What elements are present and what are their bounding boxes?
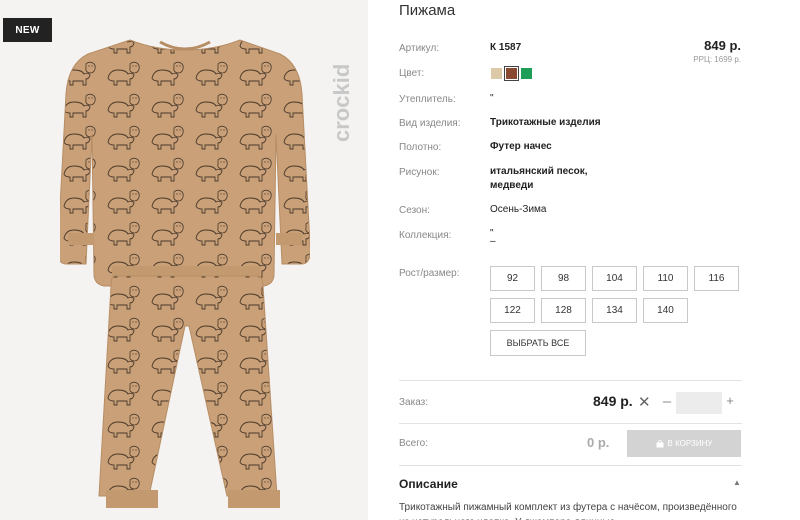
color-swatch-brown[interactable] (504, 66, 519, 81)
size-option-122[interactable]: 122 (490, 298, 535, 323)
divider (399, 380, 742, 381)
spec-label-fabric: Полотно: (399, 142, 442, 153)
spec-value-season: Осень-Зима (490, 204, 547, 215)
multiply-icon: ✕ (638, 394, 651, 411)
product-price: 849 р. (704, 38, 741, 53)
spec-label-article: Артикул: (399, 43, 440, 54)
description-title[interactable]: Описание (399, 477, 458, 491)
size-option-104[interactable]: 104 (592, 266, 637, 291)
select-all-sizes-button[interactable]: ВЫБРАТЬ ВСЕ (490, 330, 586, 356)
add-to-cart-button[interactable]: В КОРЗИНУ (627, 430, 741, 457)
order-label: Заказ: (399, 397, 429, 408)
spec-label-collection: Коллекция: (399, 230, 452, 241)
size-option-134[interactable]: 134 (592, 298, 637, 323)
spec-value-article: К 1587 (490, 42, 522, 53)
color-swatch-sand[interactable] (491, 68, 502, 79)
recommended-price: РРЦ: 1699 р. (693, 55, 741, 64)
total-label: Всего: (399, 438, 428, 449)
spec-label-print: Рисунок: (399, 167, 440, 178)
total-value: 0 р. (587, 435, 610, 450)
add-to-cart-label: В КОРЗИНУ (667, 439, 713, 448)
spec-value-print: итальянский песок, (490, 166, 588, 177)
size-option-128[interactable]: 128 (541, 298, 586, 323)
collapse-caret-icon[interactable]: ▲ (733, 478, 741, 487)
size-label: Рост/размер: (399, 268, 460, 279)
brand-logo-text: crockid (330, 64, 354, 142)
spec-value-type: Трикотажные изделия (490, 117, 601, 128)
spec-value-print-2: медведи (490, 180, 534, 191)
new-badge: NEW (3, 18, 52, 42)
size-option-116[interactable]: 116 (694, 266, 739, 291)
spec-value-insulation: " (490, 93, 494, 104)
product-title: Пижама (399, 2, 456, 19)
brand-logo: crockid (330, 64, 354, 142)
quantity-increment-button[interactable]: + (724, 393, 736, 408)
spec-label-insulation: Утеплитель: (399, 94, 456, 105)
size-option-140[interactable]: 140 (643, 298, 688, 323)
spec-label-color: Цвет: (399, 68, 425, 79)
spec-value-collection-2: – (490, 236, 496, 247)
quantity-decrement-button[interactable]: – (661, 393, 673, 410)
spec-label-type: Вид изделия: (399, 118, 461, 129)
divider (399, 423, 742, 424)
color-swatch-green[interactable] (521, 68, 532, 79)
product-details: Пижама 849 р. РРЦ: 1699 р. Артикул: К 15… (399, 0, 744, 520)
size-option-98[interactable]: 98 (541, 266, 586, 291)
order-price: 849 р. (593, 393, 633, 409)
description-text: Трикотажный пижамный комплект из футера … (399, 502, 737, 520)
spec-value-fabric: Футер начес (490, 141, 552, 152)
spec-label-season: Сезон: (399, 205, 430, 216)
size-option-92[interactable]: 92 (490, 266, 535, 291)
pajama-photo (60, 39, 310, 508)
product-image[interactable]: NEW crockid (0, 0, 368, 520)
divider (399, 465, 742, 466)
bag-icon (656, 439, 664, 447)
size-option-110[interactable]: 110 (643, 266, 688, 291)
quantity-input[interactable] (676, 392, 722, 414)
